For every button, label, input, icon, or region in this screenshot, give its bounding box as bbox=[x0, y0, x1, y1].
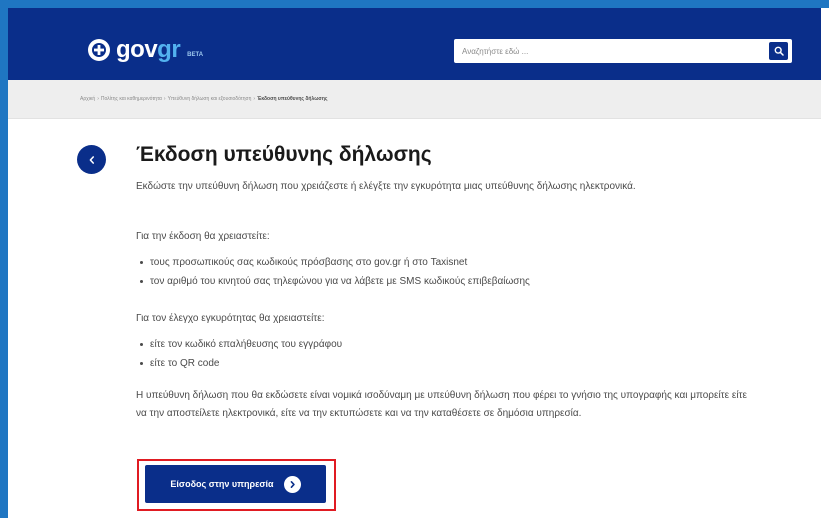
breadcrumb-separator: › bbox=[97, 96, 99, 102]
govgr-logo[interactable]: govgr BETA bbox=[88, 38, 203, 62]
window-frame-top bbox=[0, 0, 829, 8]
list-item: τον αριθμό του κινητού σας τηλεφώνου για… bbox=[136, 272, 776, 291]
window-frame-left bbox=[0, 0, 8, 518]
search-box bbox=[454, 39, 792, 63]
verification-heading: Για τον έλεγχο εγκυρότητας θα χρειαστείτ… bbox=[136, 313, 325, 324]
logo-wordmark: govgr bbox=[116, 36, 181, 63]
breadcrumb-bar: Αρχική › Πολίτης και καθημερινότητα › Υπεύθυ… bbox=[8, 80, 821, 119]
search-icon bbox=[774, 46, 784, 56]
page-title: Έκδοση υπεύθυνης δήλωσης bbox=[136, 143, 432, 166]
list-item: τους προσωπικούς σας κωδικούς πρόσβασης … bbox=[136, 253, 776, 272]
list-item: είτε τον κωδικό επαλήθευσης του εγγράφου bbox=[136, 335, 776, 354]
logo-text-gr: gr bbox=[157, 36, 181, 63]
requirements-heading: Για την έκδοση θα χρειαστείτε: bbox=[136, 231, 270, 242]
search-input[interactable] bbox=[454, 39, 754, 63]
breadcrumb-item-home[interactable]: Αρχική bbox=[80, 96, 95, 102]
beta-badge: BETA bbox=[187, 52, 204, 58]
breadcrumb-item-current: Έκδοση υπεύθυνης δήλωσης bbox=[257, 96, 328, 102]
breadcrumb: Αρχική › Πολίτης και καθημερινότητα › Υπεύθυ… bbox=[80, 96, 328, 102]
breadcrumb-separator: › bbox=[253, 96, 256, 102]
chevron-right-icon bbox=[283, 475, 301, 493]
legal-note: Η υπεύθυνη δήλωση που θα εκδώσετε είναι … bbox=[136, 390, 747, 419]
intro-text: Εκδώστε την υπεύθυνη δήλωση που χρειάζεσ… bbox=[136, 181, 636, 192]
enter-service-button[interactable]: Είσοδος στην υπηρεσία bbox=[145, 465, 326, 503]
greek-emblem-icon bbox=[88, 39, 110, 61]
site-header: govgr BETA bbox=[8, 8, 821, 80]
logo-text-gov: gov bbox=[116, 36, 158, 63]
chevron-left-icon bbox=[89, 155, 94, 164]
breadcrumb-separator: › bbox=[163, 96, 166, 102]
verification-list: είτε τον κωδικό επαλήθευσης του εγγράφου… bbox=[136, 335, 776, 373]
breadcrumb-item-declaration[interactable]: Υπεύθυνη δήλωση και εξουσιοδότηση bbox=[168, 96, 252, 102]
list-item: είτε το QR code bbox=[136, 354, 776, 373]
back-button[interactable] bbox=[77, 145, 106, 174]
requirements-list: τους προσωπικούς σας κωδικούς πρόσβασης … bbox=[136, 253, 776, 291]
enter-service-label: Είσοδος στην υπηρεσία bbox=[170, 479, 274, 489]
search-button[interactable] bbox=[769, 42, 788, 60]
breadcrumb-item-citizen[interactable]: Πολίτης και καθημερινότητα bbox=[101, 96, 162, 102]
